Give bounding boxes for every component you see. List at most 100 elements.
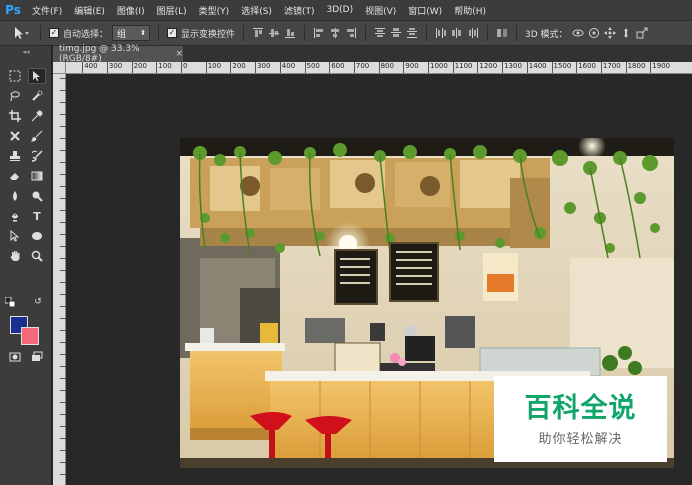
path-select-tool-icon[interactable] — [6, 228, 24, 244]
menu-filter[interactable]: 滤镜(T) — [278, 4, 321, 17]
move-tool-preset-icon[interactable] — [10, 25, 32, 41]
roll-3d-icon[interactable] — [588, 27, 600, 39]
align-right-icon[interactable] — [345, 27, 357, 39]
watermark-subtitle: 助你轻松解决 — [538, 431, 623, 447]
close-tab-icon[interactable]: × — [175, 49, 183, 59]
vertical-ruler[interactable] — [53, 74, 66, 485]
quick-select-tool-icon[interactable] — [28, 88, 46, 104]
default-colors-icon[interactable] — [4, 296, 16, 308]
distribute-vcenter-icon[interactable] — [390, 27, 402, 39]
ellipse-tool-icon[interactable] — [28, 228, 46, 244]
eyedropper-tool-icon[interactable] — [28, 108, 46, 124]
hand-tool-icon[interactable] — [6, 248, 24, 264]
ruler-label: 1000 — [430, 62, 448, 70]
ruler-label: 0 — [183, 62, 188, 70]
menu-window[interactable]: 窗口(W) — [402, 4, 448, 17]
blur-tool-icon[interactable] — [6, 188, 24, 204]
pan-3d-icon[interactable] — [603, 27, 616, 39]
clone-stamp-tool-icon[interactable] — [6, 148, 24, 164]
distribute-left-icon[interactable] — [435, 27, 447, 39]
ruler-label: 300 — [257, 62, 271, 70]
ruler-label: 1500 — [553, 62, 572, 70]
ruler-label: 100 — [207, 62, 222, 70]
menu-select[interactable]: 选择(S) — [235, 4, 278, 17]
menu-help[interactable]: 帮助(H) — [448, 4, 492, 17]
watermark-title: 百科全说 — [524, 392, 637, 424]
auto-select-value: 组 — [117, 29, 127, 40]
marquee-tool-icon[interactable] — [6, 68, 24, 84]
align-left-icon[interactable] — [313, 27, 325, 39]
auto-align-icon[interactable] — [496, 27, 508, 39]
distribute-top-icon[interactable] — [374, 27, 386, 39]
ruler-label: 200 — [232, 62, 246, 70]
ruler-tick — [131, 62, 133, 73]
auto-select-dropdown[interactable]: 组 ⬍ — [112, 25, 151, 41]
ruler-tick — [82, 62, 84, 73]
pen-tool-icon[interactable] — [6, 208, 24, 224]
menu-file[interactable]: 文件(F) — [26, 4, 68, 17]
distribute-bottom-icon[interactable] — [406, 27, 418, 39]
ruler-tick — [255, 62, 257, 73]
eraser-tool-icon[interactable] — [6, 168, 24, 184]
type-tool-icon[interactable]: T — [28, 208, 46, 224]
lasso-tool-icon[interactable] — [6, 88, 24, 104]
separator — [487, 25, 489, 41]
ruler-prefix-label: 300 — [108, 62, 123, 70]
quick-mask-icon[interactable] — [6, 349, 24, 365]
panel-collapse-icon[interactable]: ◂◂ — [4, 48, 48, 56]
menu-view[interactable]: 视图(V) — [359, 4, 402, 17]
tools-panel: ◂◂ T ↺ — [0, 46, 52, 485]
align-bottom-icon[interactable] — [284, 27, 296, 39]
ruler-label: 700 — [355, 62, 370, 70]
separator — [426, 25, 428, 41]
ruler-label: 1100 — [454, 62, 473, 70]
menu-3d[interactable]: 3D(D) — [320, 5, 359, 15]
ruler-label: 1900 — [652, 62, 671, 70]
photoshop-window: Ps 文件(F) 编辑(E) 图像(I) 图层(L) 类型(Y) 选择(S) 滤… — [0, 0, 692, 485]
brush-tool-icon[interactable] — [28, 128, 46, 144]
watermark-badge: 百科全说 助你轻松解决 — [494, 376, 667, 462]
ruler-label: 1800 — [627, 62, 646, 70]
ruler-tick — [502, 62, 504, 73]
document-tab[interactable]: timg.jpg @ 33.3%(RGB/8#) × — [53, 44, 183, 64]
dodge-tool-icon[interactable] — [28, 188, 46, 204]
horizontal-ruler[interactable]: 400 300 200 100 0 100 200 300 400 500 600 700 800 900… — [66, 62, 692, 74]
ruler-tick — [477, 62, 479, 73]
menu-image[interactable]: 图像(I) — [111, 4, 151, 17]
menu-layer[interactable]: 图层(L) — [151, 4, 193, 17]
align-top-icon[interactable] — [252, 27, 264, 39]
gradient-tool-icon[interactable] — [28, 168, 46, 184]
ruler-label: 1600 — [578, 62, 597, 70]
ruler-tick — [526, 62, 528, 73]
screen-mode-icon[interactable] — [28, 349, 46, 365]
ruler-tick — [279, 62, 281, 73]
show-transform-checkbox[interactable]: ✓ — [167, 28, 178, 38]
options-bar: ✓ 自动选择： 组 ⬍ ✓ 显示变换控件 3D 模式： — [0, 20, 692, 46]
menu-type[interactable]: 类型(Y) — [193, 4, 236, 17]
separator — [40, 25, 41, 41]
distribute-hcenter-icon[interactable] — [451, 27, 463, 39]
swap-colors-icon[interactable]: ↺ — [32, 296, 44, 308]
healing-brush-tool-icon[interactable] — [6, 128, 24, 144]
align-hcenter-icon[interactable] — [329, 27, 341, 39]
distribute-right-icon[interactable] — [467, 27, 479, 39]
orbit-3d-icon[interactable] — [572, 27, 584, 39]
history-brush-tool-icon[interactable] — [28, 148, 46, 164]
ruler-tick — [403, 62, 405, 73]
ruler-tick — [650, 62, 652, 73]
menu-edit[interactable]: 编辑(E) — [68, 4, 111, 17]
dropdown-arrow-icon: ⬍ — [140, 29, 147, 37]
auto-select-checkbox[interactable]: ✓ — [49, 28, 59, 38]
move-tool-icon[interactable] — [28, 68, 46, 84]
ruler-origin[interactable] — [53, 62, 66, 74]
mode-3d-label: 3D 模式： — [525, 29, 568, 40]
ruler-label: 1200 — [479, 62, 498, 70]
background-color-swatch[interactable] — [21, 327, 39, 345]
align-vcenter-icon[interactable] — [268, 27, 280, 39]
ruler-tick — [156, 62, 158, 73]
ruler-tick — [329, 62, 331, 73]
slide-3d-icon[interactable] — [620, 27, 632, 39]
crop-tool-icon[interactable] — [6, 108, 24, 124]
scale-3d-icon[interactable] — [636, 27, 648, 39]
zoom-tool-icon[interactable] — [28, 248, 46, 264]
